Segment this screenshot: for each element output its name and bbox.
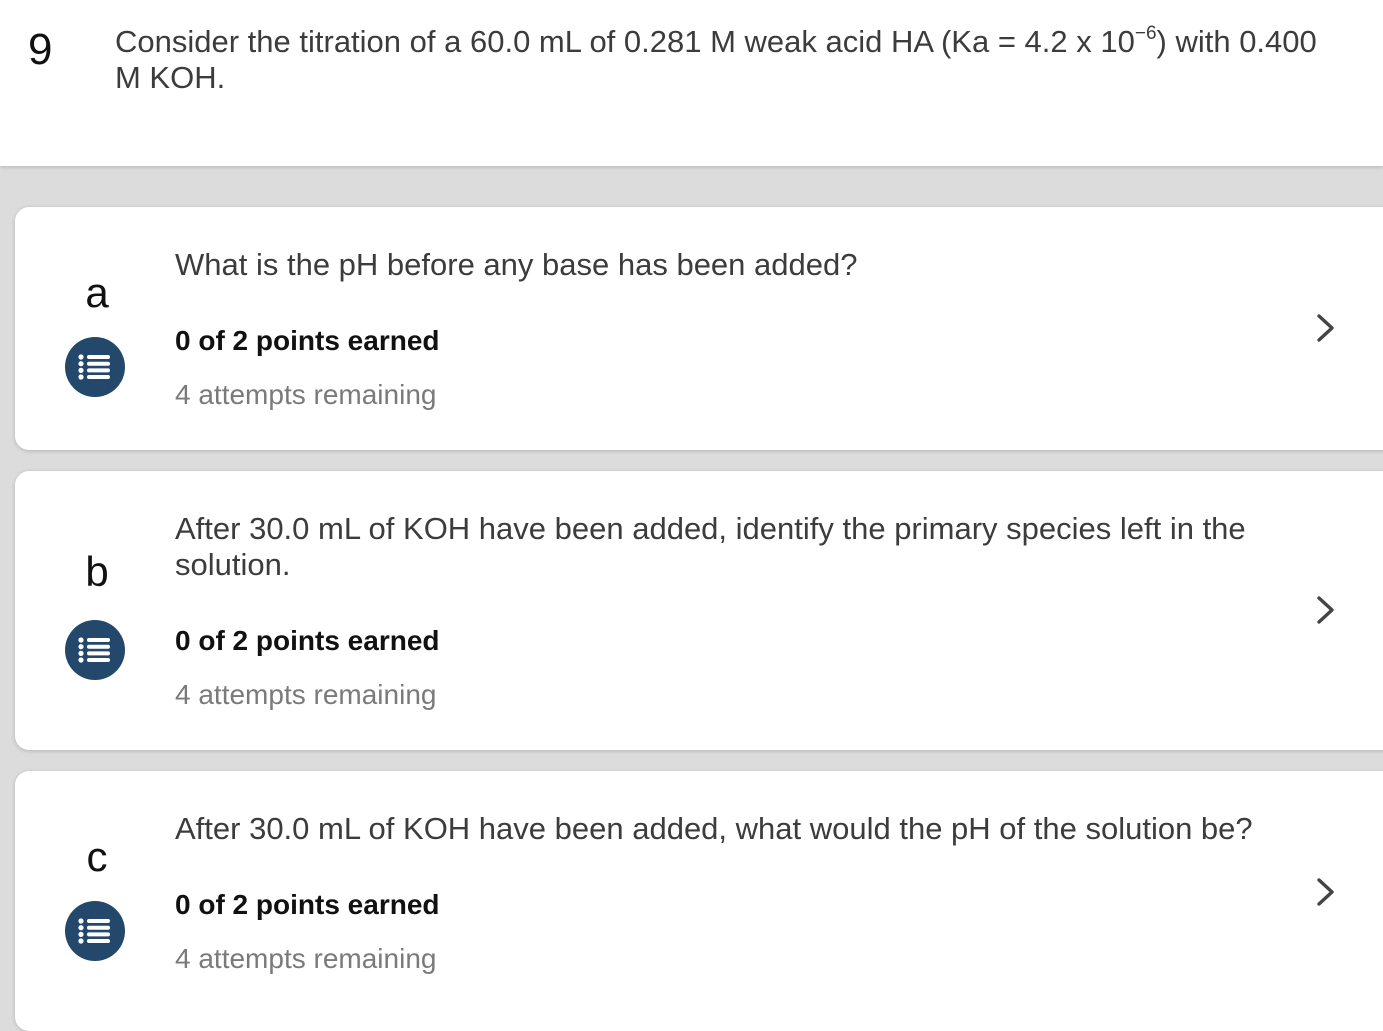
part-question-text: What is the pH before any base has been …: [175, 247, 858, 282]
part-card-a[interactable]: a What is the pH before any base has bee…: [15, 207, 1383, 450]
part-card-b[interactable]: b After 30.0 mL of KOH have been added, …: [15, 471, 1383, 750]
chevron-right-icon[interactable]: [1311, 875, 1341, 909]
chevron-right-icon[interactable]: [1311, 311, 1341, 345]
attempts-remaining: 4 attempts remaining: [175, 679, 437, 710]
list-icon: [65, 901, 125, 961]
part-question-text: After 30.0 mL of KOH have been added, id…: [175, 511, 1246, 582]
points-earned: 0 of 2 points earned: [175, 325, 440, 356]
part-question-text: After 30.0 mL of KOH have been added, wh…: [175, 811, 1253, 846]
list-icon: [65, 337, 125, 397]
part-letter: c: [86, 833, 108, 880]
chevron-right-icon[interactable]: [1311, 593, 1341, 627]
question-text-main: Consider the titration of a 60.0 mL of 0…: [115, 24, 1135, 59]
attempts-remaining: 4 attempts remaining: [175, 379, 437, 410]
points-earned: 0 of 2 points earned: [175, 625, 440, 656]
question-header: 9 Consider the titration of a 60.0 mL of…: [0, 0, 1383, 166]
part-letter: a: [85, 269, 109, 316]
list-icon: [65, 620, 125, 680]
part-card-c[interactable]: c After 30.0 mL of KOH have been added, …: [15, 771, 1383, 1031]
attempts-remaining: 4 attempts remaining: [175, 943, 437, 974]
points-earned: 0 of 2 points earned: [175, 889, 440, 920]
question-text-exponent: −6: [1134, 23, 1157, 44]
question-text: Consider the titration of a 60.0 mL of 0…: [115, 24, 1345, 96]
part-letter: b: [85, 548, 109, 595]
question-number: 9: [28, 25, 53, 74]
